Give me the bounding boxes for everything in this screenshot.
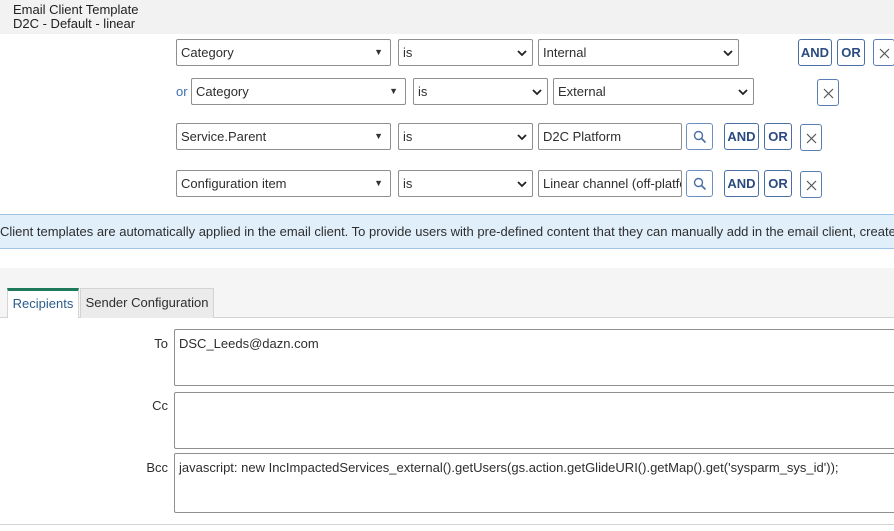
close-icon <box>806 180 817 191</box>
cc-label: Cc <box>152 398 168 413</box>
section-divider <box>0 524 894 525</box>
search-icon <box>693 177 707 191</box>
condition-2-operator-value: is <box>418 84 428 99</box>
record-name: D2C - Default - linear <box>13 16 136 31</box>
chevron-down-icon <box>723 50 733 57</box>
chevron-down-icon <box>532 89 542 96</box>
condition-3-or-button[interactable]: OR <box>764 123 792 150</box>
condition-1-value-select[interactable]: Internal <box>538 39 739 66</box>
condition-4-field-value: Configuration item <box>181 176 287 191</box>
condition-4-remove-button[interactable] <box>800 171 822 198</box>
form-title: Email Client Template <box>13 2 139 17</box>
caret-down-icon: ▼ <box>374 131 383 141</box>
condition-4-or-button[interactable]: OR <box>764 170 792 197</box>
to-field[interactable]: DSC_Leeds@dazn.com <box>174 329 894 386</box>
condition-1-field-value: Category <box>181 45 234 60</box>
chevron-down-icon <box>517 50 527 57</box>
chevron-down-icon <box>738 89 748 96</box>
condition-2-field-value: Category <box>196 84 249 99</box>
to-field-value: DSC_Leeds@dazn.com <box>179 336 319 351</box>
condition-1-remove-button[interactable] <box>873 39 894 66</box>
condition-4-and-button[interactable]: AND <box>724 170 759 197</box>
close-icon <box>823 88 834 99</box>
close-icon <box>806 133 817 144</box>
condition-1-field-select[interactable]: Category ▼ <box>176 39 391 66</box>
condition-1-and-button[interactable]: AND <box>798 39 832 66</box>
form-header: Email Client Template D2C - Default - li… <box>0 0 894 34</box>
to-label: To <box>154 336 168 351</box>
condition-2-remove-button[interactable] <box>817 79 839 106</box>
condition-2-value-select[interactable]: External <box>553 78 754 105</box>
condition-3-remove-button[interactable] <box>800 124 822 151</box>
condition-2-or-prefix: or <box>176 84 188 99</box>
condition-1-or-button[interactable]: OR <box>837 39 865 66</box>
info-banner-text: Client templates are automatically appli… <box>0 224 894 239</box>
condition-1-value-text: Internal <box>543 45 587 60</box>
bcc-label: Bcc <box>146 460 168 475</box>
search-icon <box>693 130 707 144</box>
condition-2-value-text: External <box>558 84 606 99</box>
caret-down-icon: ▼ <box>374 47 383 57</box>
condition-1-operator-value: is <box>403 45 413 60</box>
condition-3-field-value: Service.Parent <box>181 129 267 144</box>
info-banner: Client templates are automatically appli… <box>0 214 894 249</box>
caret-down-icon: ▼ <box>389 86 398 96</box>
condition-2-operator-select[interactable]: is <box>413 78 548 105</box>
condition-4-value-text: Linear channel (off-platfc <box>543 176 682 191</box>
cc-field[interactable] <box>174 392 894 449</box>
caret-down-icon: ▼ <box>374 178 383 188</box>
close-icon <box>879 48 890 59</box>
tab-recipients[interactable]: Recipients <box>7 288 79 318</box>
condition-4-lookup-button[interactable] <box>686 170 713 197</box>
condition-3-lookup-button[interactable] <box>686 123 713 150</box>
condition-2-field-select[interactable]: Category ▼ <box>191 78 406 105</box>
condition-4-operator-value: is <box>403 176 413 191</box>
chevron-down-icon <box>517 134 527 141</box>
condition-1-operator-select[interactable]: is <box>398 39 533 66</box>
bcc-field[interactable]: javascript: new IncImpactedServices_exte… <box>174 453 894 513</box>
chevron-down-icon <box>517 181 527 188</box>
condition-4-operator-select[interactable]: is <box>398 170 533 197</box>
condition-3-value-input[interactable]: D2C Platform <box>538 123 682 150</box>
tab-sender-configuration[interactable]: Sender Configuration <box>80 288 214 318</box>
condition-3-operator-select[interactable]: is <box>398 123 533 150</box>
condition-4-value-input[interactable]: Linear channel (off-platfc <box>538 170 682 197</box>
condition-4-field-select[interactable]: Configuration item ▼ <box>176 170 391 197</box>
bcc-field-value: javascript: new IncImpactedServices_exte… <box>179 460 839 475</box>
condition-3-operator-value: is <box>403 129 413 144</box>
condition-3-and-button[interactable]: AND <box>724 123 759 150</box>
condition-3-field-select[interactable]: Service.Parent ▼ <box>176 123 391 150</box>
condition-3-value-text: D2C Platform <box>543 129 622 144</box>
